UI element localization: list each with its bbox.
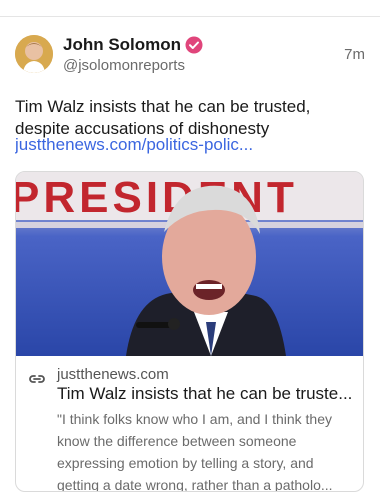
author-handle[interactable]: @jsolomonreports <box>63 57 185 74</box>
link-preview-meta[interactable]: justthenews.com Tim Walz insists that he… <box>16 356 363 492</box>
author-name[interactable]: John Solomon <box>63 35 181 55</box>
link-description: "I think folks know who I am, and I thin… <box>57 411 333 492</box>
link-domain: justthenews.com <box>57 366 169 383</box>
top-divider <box>0 0 380 17</box>
post-header: John Solomon @jsolomonreports 7m <box>15 35 365 77</box>
link-icon <box>27 369 47 389</box>
post-link[interactable]: justthenews.com/politics-polic... <box>15 134 365 156</box>
post-timestamp[interactable]: 7m <box>344 46 365 63</box>
avatar[interactable] <box>15 35 53 73</box>
link-preview-card[interactable]: PRESIDENT justthenews.com Tim Walz insis… <box>15 171 364 492</box>
link-title[interactable]: Tim Walz insists that he can be truste..… <box>57 384 357 404</box>
verified-badge-icon <box>185 36 203 54</box>
link-preview-image[interactable]: PRESIDENT <box>16 172 363 356</box>
